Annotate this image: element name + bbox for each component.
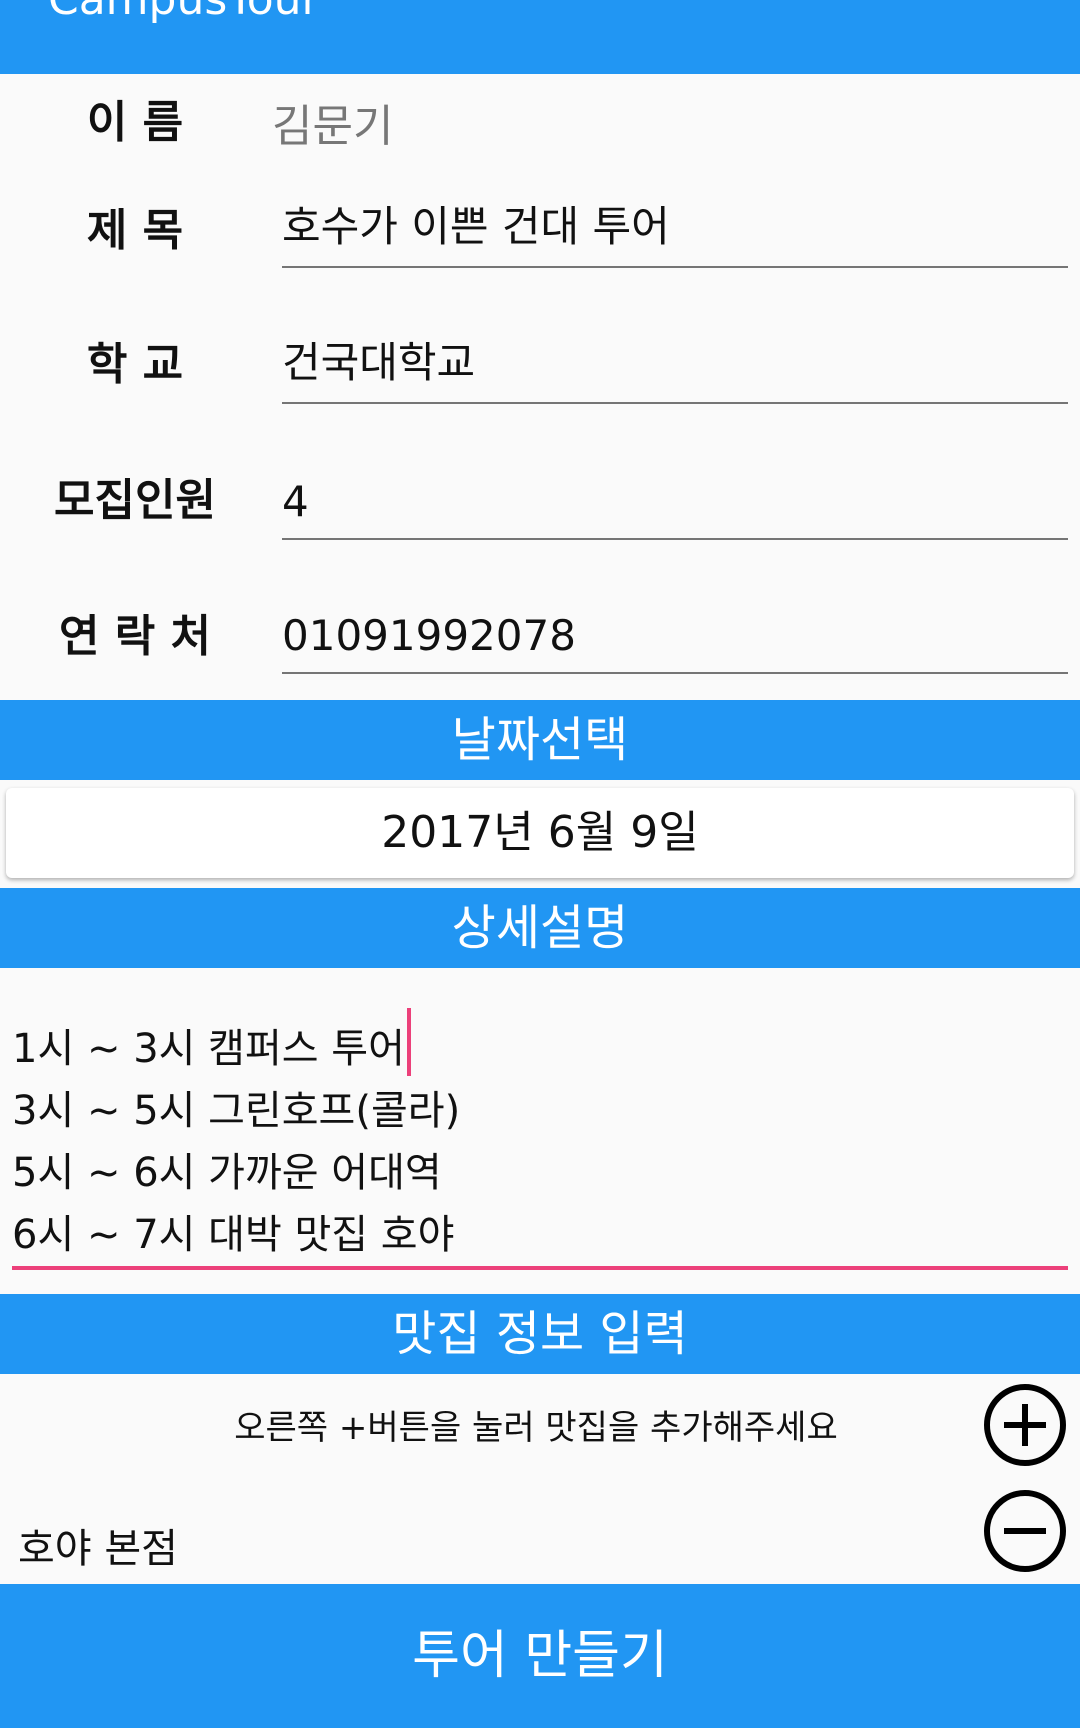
minus-circle-icon[interactable] [984, 1490, 1066, 1572]
description-textarea[interactable]: 1시 ~ 3시 캠퍼스 투어 3시 ~ 5시 그린호프(콜라) 5시 ~ 6시 … [12, 1008, 1068, 1270]
restaurant-section-header: 맛집 정보 입력 [0, 1294, 1080, 1374]
capacity-input-text: 4 [282, 477, 309, 526]
title-field[interactable]: 호수가 이쁜 건대 투어 [282, 202, 1068, 268]
contact-input-text: 01091992078 [282, 611, 576, 660]
name-value: 김문기 [272, 101, 394, 152]
description-line: 1시 ~ 3시 캠퍼스 투어 [12, 1008, 1068, 1080]
description-underline [12, 1266, 1068, 1270]
description-line: 3시 ~ 5시 그린호프(콜라) [12, 1088, 461, 1134]
title-label: 제 목 [86, 205, 184, 256]
app-bar: CampusTour [0, 0, 1080, 74]
app-title: CampusTour [48, 0, 320, 25]
school-input-text: 건국대학교 [282, 338, 476, 387]
description-section-header: 상세설명 [0, 888, 1080, 968]
title-input-text: 호수가 이쁜 건대 투어 [282, 202, 670, 251]
date-picker-button[interactable]: 2017년 6월 9일 [6, 788, 1074, 878]
text-cursor [406, 1008, 411, 1076]
description-line: 5시 ~ 6시 가까운 어대역 [12, 1150, 442, 1196]
description-line: 6시 ~ 7시 대박 맛집 호야 [12, 1212, 455, 1258]
restaurant-hint: 오른쪽 +버튼을 눌러 맛집을 추가해주세요 [234, 1408, 838, 1448]
name-label: 이 름 [86, 97, 184, 148]
description-line-text: 1시 ~ 3시 캠퍼스 투어 [12, 1026, 405, 1072]
restaurant-item: 호야 본점 [18, 1526, 178, 1572]
school-field[interactable]: 건국대학교 [282, 338, 1068, 404]
capacity-field[interactable]: 4 [282, 474, 1068, 540]
capacity-label: 모집인원 [54, 475, 216, 526]
create-tour-button[interactable]: 투어 만들기 [0, 1584, 1080, 1728]
school-label: 학 교 [86, 339, 184, 390]
contact-field[interactable]: 01091992078 [282, 608, 1068, 674]
plus-circle-icon[interactable] [984, 1384, 1066, 1466]
date-section-header: 날짜선택 [0, 700, 1080, 780]
contact-label: 연 락 처 [58, 611, 212, 662]
